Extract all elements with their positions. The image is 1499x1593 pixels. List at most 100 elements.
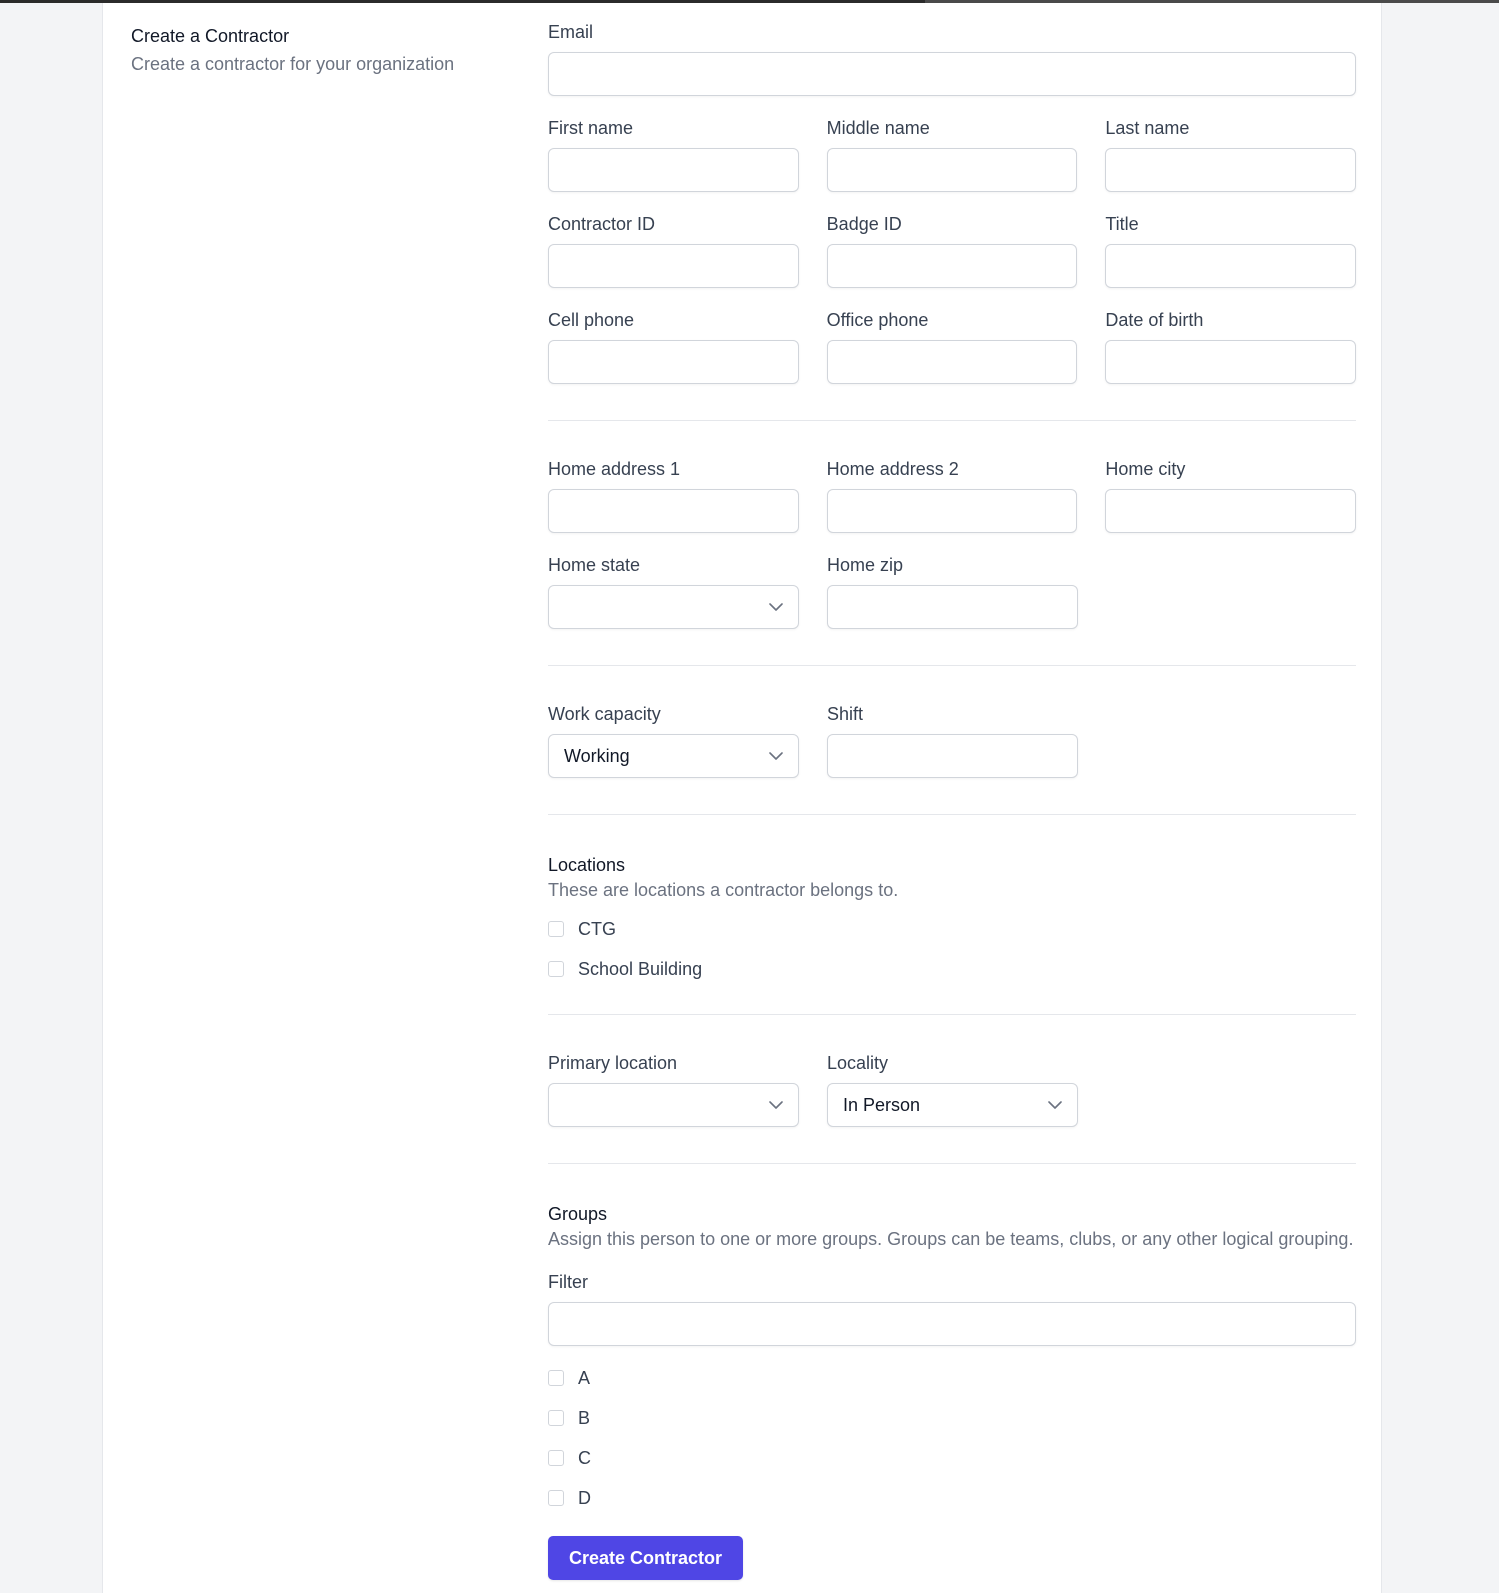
groups-section: Groups Assign this person to one or more… (548, 1164, 1356, 1580)
group-label: A (578, 1367, 591, 1388)
home-zip-input[interactable] (827, 585, 1078, 629)
home-address-1-input[interactable] (548, 489, 799, 533)
locality-label: Locality (827, 1053, 889, 1073)
location-option-ctg[interactable]: CTG (548, 917, 1356, 941)
home-zip-field-group: Home zip (827, 553, 1078, 629)
contractor-form: Email First name Middle name Last name C… (548, 3, 1357, 1580)
page-subtitle: Create a contractor for your organizatio… (131, 54, 455, 74)
badge-id-label: Badge ID (826, 214, 902, 234)
home-address-2-label: Home address 2 (826, 459, 959, 479)
contractor-id-field-group: Contractor ID (548, 212, 799, 288)
contractor-id-label: Contractor ID (548, 214, 656, 234)
work-section: Work capacity Working Shift (548, 666, 1356, 778)
group-label: D (578, 1487, 591, 1508)
shift-field-group: Shift (827, 702, 1078, 778)
home-address-1-label: Home address 1 (548, 459, 681, 479)
home-zip-label: Home zip (827, 555, 904, 575)
locality-field-group: Locality In Person (827, 1051, 1078, 1127)
primary-location-label: Primary location (548, 1053, 678, 1073)
group-label: C (578, 1447, 591, 1468)
home-state-field-group: Home state (548, 553, 799, 629)
badge-id-field-group: Badge ID (826, 212, 1078, 288)
chevron-down-icon (1047, 1097, 1063, 1113)
location-label: CTG (578, 918, 616, 939)
title-field-group: Title (1105, 212, 1357, 288)
personal-section: Email First name Middle name Last name C… (548, 3, 1357, 384)
contractor-id-input[interactable] (548, 244, 799, 288)
first-name-label: First name (548, 118, 634, 138)
home-city-field-group: Home city (1105, 457, 1357, 533)
group-option-a[interactable]: A (548, 1366, 1356, 1390)
group-checkbox[interactable] (548, 1490, 564, 1506)
shift-input[interactable] (827, 734, 1078, 778)
office-phone-field-group: Office phone (826, 308, 1078, 384)
shift-label: Shift (827, 704, 864, 724)
primary-location-select[interactable] (548, 1083, 799, 1127)
group-label: B (578, 1407, 591, 1428)
chevron-down-icon (768, 1097, 784, 1113)
locations-section: Locations These are locations a contract… (548, 815, 1356, 981)
home-address-2-input[interactable] (826, 489, 1078, 533)
chevron-down-icon (768, 748, 784, 764)
work-capacity-label: Work capacity (548, 704, 661, 724)
location-checkbox[interactable] (548, 921, 564, 937)
home-address-1-field-group: Home address 1 (548, 457, 799, 533)
middle-name-input[interactable] (826, 148, 1078, 192)
group-checkbox[interactable] (548, 1450, 564, 1466)
work-capacity-field-group: Work capacity Working (548, 702, 799, 778)
group-option-d[interactable]: D (548, 1486, 1356, 1510)
email-label: Email (548, 22, 594, 42)
date-of-birth-field-group: Date of birth (1105, 308, 1357, 384)
primary-location-field-group: Primary location (548, 1051, 799, 1127)
cell-phone-field-group: Cell phone (548, 308, 799, 384)
title-label: Title (1105, 214, 1139, 234)
filter-label: Filter (548, 1272, 588, 1292)
chevron-down-icon (768, 599, 784, 615)
work-capacity-value: Working (564, 745, 630, 766)
office-phone-label: Office phone (826, 310, 929, 330)
last-name-field-group: Last name (1105, 116, 1357, 192)
home-state-select[interactable] (548, 585, 799, 629)
cell-phone-label: Cell phone (548, 310, 635, 330)
date-of-birth-label: Date of birth (1105, 310, 1204, 330)
location-label: School Building (578, 958, 703, 979)
last-name-input[interactable] (1105, 148, 1357, 192)
middle-name-label: Middle name (826, 118, 930, 138)
home-city-input[interactable] (1105, 489, 1357, 533)
date-of-birth-input[interactable] (1105, 340, 1357, 384)
groups-description: Assign this person to one or more groups… (548, 1229, 1354, 1249)
locations-description: These are locations a contractor belongs… (548, 880, 899, 900)
office-phone-input[interactable] (826, 340, 1078, 384)
locations-title: Locations (548, 855, 626, 875)
locality-select[interactable]: In Person (827, 1083, 1078, 1127)
title-input[interactable] (1105, 244, 1357, 288)
home-address-2-field-group: Home address 2 (826, 457, 1078, 533)
home-city-label: Home city (1105, 459, 1186, 479)
group-option-b[interactable]: B (548, 1406, 1356, 1430)
filter-input[interactable] (548, 1302, 1356, 1346)
page-title: Create a Contractor (131, 26, 290, 46)
address-section: Home address 1 Home address 2 Home city … (548, 421, 1357, 629)
locality-value: In Person (843, 1094, 921, 1115)
first-name-input[interactable] (548, 148, 799, 192)
badge-id-input[interactable] (826, 244, 1078, 288)
primary-location-section: Primary location Locality In Person (548, 1015, 1356, 1127)
group-option-c[interactable]: C (548, 1446, 1356, 1470)
email-field-group: Email (548, 20, 1356, 96)
location-checkbox[interactable] (548, 961, 564, 977)
cell-phone-input[interactable] (548, 340, 799, 384)
location-option-school-building[interactable]: School Building (548, 957, 1356, 981)
email-input[interactable] (548, 52, 1356, 96)
filter-field-group: Filter (548, 1270, 1356, 1346)
first-name-field-group: First name (548, 116, 799, 192)
middle-name-field-group: Middle name (826, 116, 1078, 192)
work-capacity-select[interactable]: Working (548, 734, 799, 778)
home-state-label: Home state (548, 555, 641, 575)
create-contractor-button[interactable]: Create Contractor (548, 1536, 743, 1580)
form-card: Create a Contractor Create a contractor … (102, 3, 1382, 1593)
groups-title: Groups (548, 1204, 608, 1224)
group-checkbox[interactable] (548, 1370, 564, 1386)
last-name-label: Last name (1105, 118, 1190, 138)
group-checkbox[interactable] (548, 1410, 564, 1426)
form-header: Create a Contractor Create a contractor … (131, 23, 511, 77)
